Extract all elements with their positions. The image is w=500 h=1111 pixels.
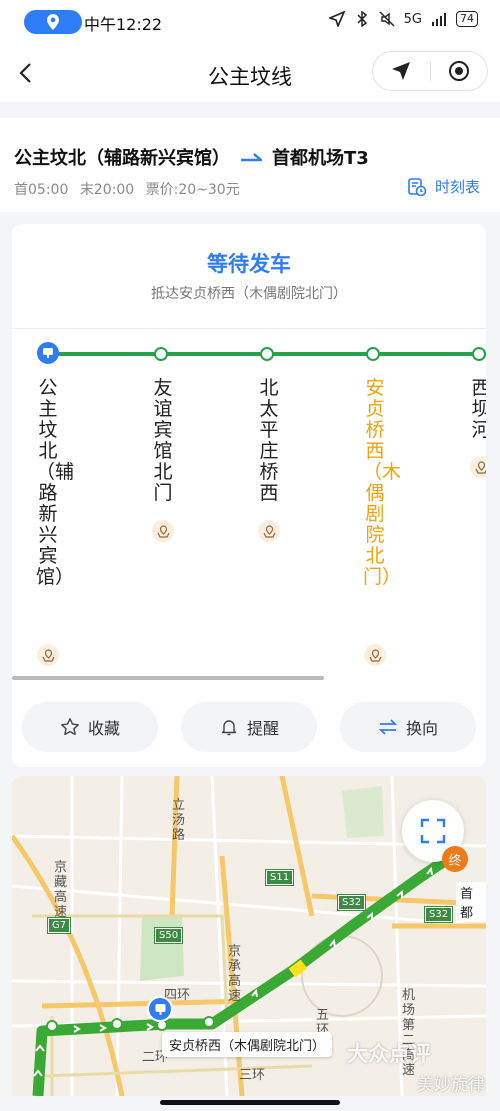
status-time: 中午12:22 (84, 15, 163, 34)
map-current-stop-label: 安贞桥西（木偶剧院北门） (162, 1032, 333, 1057)
stop-dot (154, 347, 168, 361)
close-mini-program-button[interactable] (431, 52, 488, 90)
bus-icon (155, 1003, 165, 1015)
timetable-label: 时刻表 (434, 178, 480, 196)
bus-position-marker (147, 996, 173, 1022)
stop-name[interactable]: 西坝河 (469, 378, 486, 444)
stops-scrollbar[interactable] (12, 676, 324, 680)
stop-name[interactable]: 公主坟北（辅路新兴宾馆） (36, 378, 74, 588)
stop-dot (260, 347, 274, 361)
status-bar: 中午12:22 5G 74 (0, 0, 500, 44)
map-label-jingcheng: 京承高速 (228, 944, 242, 1004)
bell-icon (221, 720, 237, 736)
stop-dot (366, 347, 380, 361)
navigation-icon (328, 11, 345, 27)
bus-stop-icon (43, 348, 53, 358)
location-pin-icon (47, 14, 59, 30)
road-shield: S11 (264, 869, 295, 886)
road-shield: S32 (336, 894, 367, 911)
route-meta: 首05:00 末20:00 票价:20~30元 (14, 179, 247, 199)
mute-icon (379, 11, 395, 27)
watermark: 大众点评 (347, 1042, 431, 1066)
stop-map-icon[interactable] (470, 456, 486, 478)
bluetooth-icon (357, 11, 367, 27)
network-label: 5G (403, 11, 422, 27)
last-bus-time: 末20:00 (79, 182, 135, 198)
battery-indicator: 74 (456, 11, 478, 27)
favorite-label: 收藏 (87, 719, 120, 738)
status-icons: 5G 74 (328, 11, 478, 27)
home-indicator[interactable] (160, 1100, 340, 1105)
stop-map-icon[interactable] (258, 520, 280, 542)
map-label-litang: 立汤路 (172, 798, 186, 843)
favorite-button[interactable]: 收藏 (22, 702, 158, 752)
stop-name[interactable]: 北太平庄桥西 (257, 378, 281, 504)
map-pin-icon (262, 524, 276, 538)
stop-map-icon[interactable] (152, 520, 174, 542)
nav-bar: 公主坟线 (0, 44, 500, 102)
first-bus-time: 首05:00 (14, 182, 69, 198)
target-icon (448, 61, 469, 81)
timetable-link[interactable]: 时刻表 (407, 176, 480, 197)
watermark-sub: 美妙旋律 (417, 1075, 485, 1095)
card-divider (12, 328, 486, 329)
switch-direction-button[interactable]: 换向 (340, 702, 476, 752)
stop-name[interactable]: 友谊宾馆北门 (151, 378, 175, 504)
road-shield: S50 (153, 927, 184, 944)
fare: 票价:20~30元 (145, 182, 240, 198)
stop-map-icon[interactable] (37, 644, 59, 666)
switch-label: 换向 (405, 719, 438, 738)
map-label-sanhuan: 三环 (239, 1068, 266, 1083)
map-pin-icon (41, 648, 55, 662)
route-card: 等待发车 抵达安贞桥西（木偶剧院北门） 公主坟北（辅路新兴宾馆） 友谊宾馆北门 … (12, 224, 486, 767)
map-pin-icon (368, 648, 382, 662)
signal-icon (432, 13, 446, 26)
start-stop-marker (37, 342, 59, 364)
location-indicator (24, 10, 82, 34)
direction-arrow-icon (241, 153, 262, 162)
route-origin: 公主坟北（辅路新兴宾馆） (14, 148, 230, 169)
remind-label: 提醒 (246, 719, 279, 738)
stop-map-icon[interactable] (364, 644, 386, 666)
swap-icon (378, 719, 398, 735)
map-pin-icon (474, 460, 486, 474)
arrival-note: 抵达安贞桥西（木偶剧院北门） (151, 286, 347, 302)
road-shield: G7 (46, 917, 72, 934)
navigation-arrow-icon (392, 62, 411, 80)
stop-name-current[interactable]: 安贞桥西（木偶剧院北门） (363, 378, 401, 588)
route-destination: 首都机场T3 (272, 148, 369, 169)
map-pin-icon (156, 524, 170, 538)
route-map[interactable]: 立汤路 京藏高速 京承高速 四环 二环 三环 五环 机场第二高速 S11 S32… (12, 776, 486, 1096)
locate-button[interactable] (373, 52, 430, 90)
timetable-icon (408, 177, 427, 196)
remind-button[interactable]: 提醒 (181, 702, 317, 752)
terminal-marker: 终 (442, 846, 468, 872)
stop-dot (472, 347, 486, 361)
mini-program-capsule (372, 51, 488, 91)
star-icon (61, 718, 79, 736)
route-direction: 公主坟北（辅路新兴宾馆） 首都机场T3 (14, 144, 369, 170)
route-header: 公主坟北（辅路新兴宾馆） 首都机场T3 首05:00 末20:00 票价:20~… (0, 118, 500, 212)
bus-status: 等待发车 (207, 252, 291, 276)
map-destination-label: 首都 (456, 882, 486, 922)
expand-icon (420, 818, 446, 844)
map-label-jingzang: 京藏高速 (54, 860, 68, 920)
road-shield: S32 (423, 906, 454, 923)
